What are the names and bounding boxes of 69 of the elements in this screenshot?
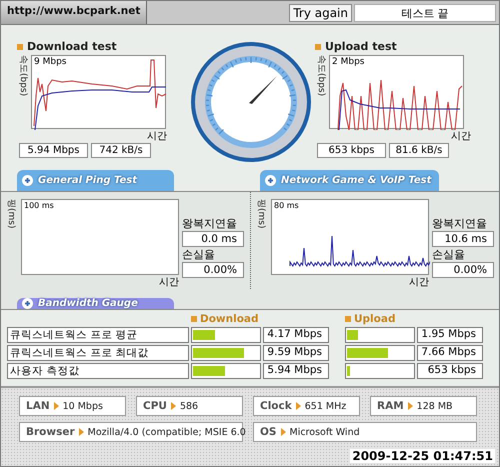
loss-rate-label: 손실율 xyxy=(432,247,466,262)
section-tab[interactable]: Bandwidth Gauge xyxy=(17,298,174,309)
speed-reading: 5.94 Mbps xyxy=(19,143,88,158)
loss-rate-label: 손실율 xyxy=(182,247,216,262)
info-value: 651 MHz xyxy=(304,400,346,412)
try-again-button[interactable]: Try again xyxy=(289,4,352,22)
arrow-icon xyxy=(170,402,176,410)
time-axis-label: 시간 xyxy=(146,130,167,143)
plus-icon xyxy=(265,175,276,186)
section-tab[interactable]: Network Game & VoIP Test xyxy=(260,170,440,191)
arrow-icon xyxy=(408,402,413,410)
arrow-icon xyxy=(296,402,301,410)
round-trip-value: 0.0 ms xyxy=(182,231,244,247)
time-axis-label: 시간 xyxy=(408,276,429,289)
axis-label: 속도(bps) xyxy=(17,55,29,96)
round-trip-value: 10.6 ms xyxy=(432,231,494,247)
speed-value: 7.66 Mbps xyxy=(417,345,483,361)
site-address[interactable]: http://www.bcpark.net xyxy=(1,1,148,24)
time-axis-label: 시간 xyxy=(450,130,471,143)
axis-label: 핑(ms) xyxy=(255,199,267,228)
round-trip-label: 왕복지연율 xyxy=(182,216,238,231)
graph-max-label: 9 Mbps xyxy=(34,57,66,67)
arrow-icon xyxy=(54,402,59,410)
round-trip-label: 왕복지연율 xyxy=(432,216,488,231)
info-label: RAM xyxy=(377,400,404,412)
loss-rate-value: 0.00% xyxy=(182,262,244,278)
info-label: Browser xyxy=(26,426,75,438)
time-axis-label: 시간 xyxy=(158,276,179,289)
arrow-icon xyxy=(78,428,84,436)
row-label: 사용자 측정값 xyxy=(7,363,189,379)
loss-rate-value: 0.00% xyxy=(432,262,494,278)
bullet-icon xyxy=(191,316,197,322)
speed-value: 5.94 Mbps xyxy=(263,363,329,379)
info-value: Mozilla/4.0 (compatible; MSIE 6.0 xyxy=(88,426,246,438)
speed-value: 4.17 Mbps xyxy=(263,327,329,343)
bullet-icon xyxy=(17,44,23,50)
graph-max-label: 80 ms xyxy=(274,201,299,210)
column-header: Upload xyxy=(354,313,396,325)
bullet-icon xyxy=(345,316,351,322)
plus-icon xyxy=(22,298,33,309)
info-label: OS xyxy=(260,426,276,438)
timestamp: 2009-12-25 01:47:51 xyxy=(350,449,495,463)
graph-max-label: 100 ms xyxy=(24,201,54,210)
info-value: 128 MB xyxy=(416,400,453,412)
arrow-icon xyxy=(280,428,286,436)
axis-label: 속도(bps) xyxy=(315,55,327,96)
speed-value: 9.59 Mbps xyxy=(263,345,329,361)
speed-value: 1.95 Mbps xyxy=(417,327,483,343)
info-label: Clock xyxy=(260,400,292,412)
axis-label: 핑(ms) xyxy=(5,199,17,228)
graph-max-label: 2 Mbps xyxy=(332,57,364,67)
status-field: 테스트 끝 xyxy=(354,4,496,22)
test-title: Download test xyxy=(27,40,117,53)
info-value: Microsoft Wind xyxy=(290,426,360,438)
section-tab[interactable]: General Ping Test xyxy=(17,170,174,191)
info-label: CPU xyxy=(143,400,167,412)
info-value: 586 xyxy=(180,400,198,412)
info-value: 10 Mbps xyxy=(62,400,103,412)
speed-reading: 81.6 kB/s xyxy=(389,143,449,158)
bullet-icon xyxy=(315,44,321,50)
plus-icon xyxy=(22,175,33,186)
test-title: Upload test xyxy=(325,40,397,53)
speed-reading: 742 kB/s xyxy=(91,143,151,158)
column-header: Download xyxy=(200,313,259,325)
row-label: 큐릭스네트웍스 프로 평균 xyxy=(7,327,189,343)
info-label: LAN xyxy=(26,400,50,412)
speed-reading: 653 kbps xyxy=(317,143,386,158)
speed-value: 653 kbps xyxy=(417,363,483,379)
row-label: 큐릭스네트웍스 프로 최대값 xyxy=(7,345,189,361)
